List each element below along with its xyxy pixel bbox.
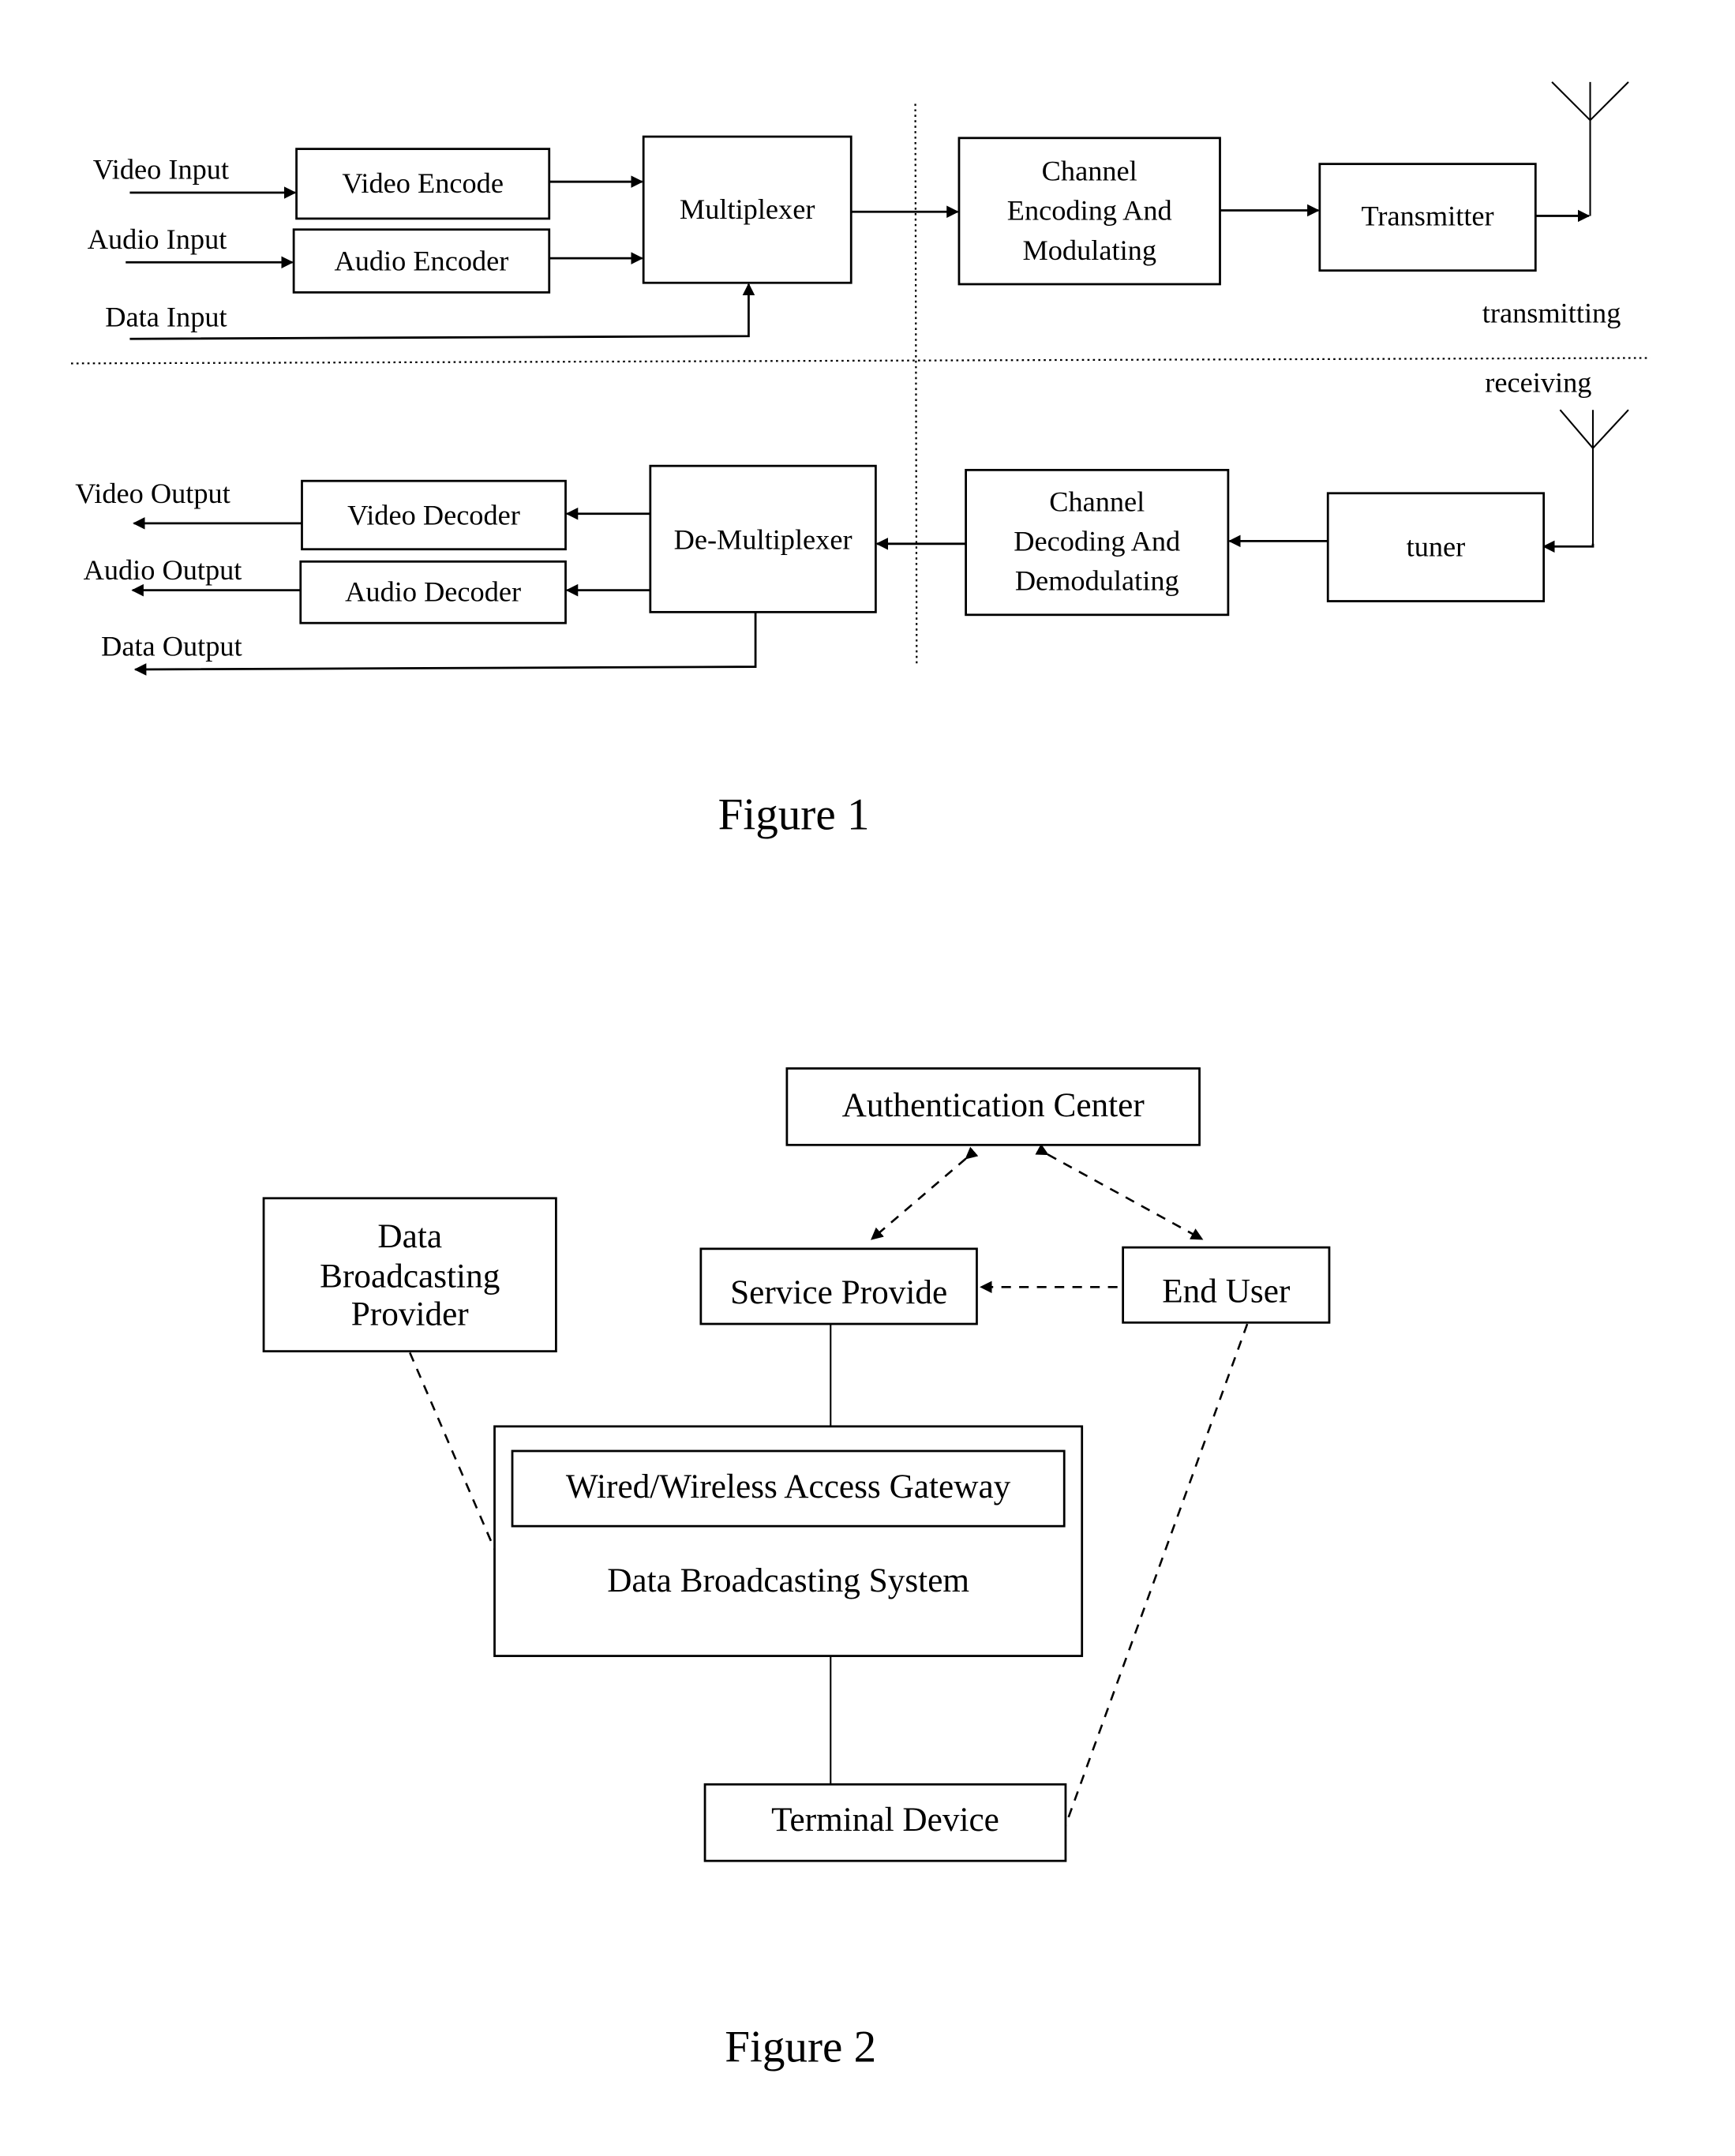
tx-rx-divider: [71, 357, 1651, 365]
figure-2-caption: Figure 2: [725, 2023, 876, 2072]
channel-encoding-line1: Channel: [1042, 155, 1137, 186]
figure-1-caption: Figure 1: [718, 790, 870, 840]
gateway-label: Wired/Wireless Access Gateway: [566, 1468, 1011, 1505]
transmitter-label: Transmitter: [1361, 201, 1493, 232]
service-provide-label: Service Provide: [730, 1273, 947, 1311]
dbp-line3: Provider: [351, 1295, 470, 1333]
dbp-line2: Broadcasting: [320, 1257, 500, 1295]
data-broadcasting-system-label: Data Broadcasting System: [607, 1562, 969, 1599]
figure-1: Video Input Audio Input Data Input Video…: [71, 81, 1651, 840]
baseband-rf-divider: [914, 103, 918, 667]
channel-decoding-line2: Decoding And: [1014, 525, 1180, 557]
authentication-center-block: Authentication Center: [785, 1067, 1201, 1146]
audio-output-label: Audio Output: [84, 554, 242, 586]
demultiplexer-label: De-Multiplexer: [674, 524, 853, 556]
terminal-device-label: Terminal Device: [771, 1801, 999, 1839]
antenna-to-tuner-arrow: [1542, 540, 1594, 553]
patent-figures: Video Input Audio Input Data Input Video…: [71, 81, 1651, 2072]
receiving-label: receiving: [1485, 367, 1591, 399]
video-encode-label: Video Encode: [342, 167, 504, 199]
authentication-center-label: Authentication Center: [842, 1086, 1145, 1124]
transmit-antenna-icon: [1551, 81, 1629, 216]
video-input-label: Video Input: [93, 154, 229, 186]
audio-decoder-label: Audio Decoder: [345, 576, 521, 607]
channel-encoding-line2: Encoding And: [1007, 195, 1172, 227]
channel-encoding-block: Channel Encoding And Modulating: [957, 137, 1221, 286]
auth-service-link: [871, 1146, 979, 1240]
demultiplexer-block: De-Multiplexer: [649, 464, 877, 613]
tuner-block: tuner: [1326, 492, 1546, 602]
data-broadcasting-provider-block: Data Broadcasting Provider: [262, 1197, 557, 1353]
auth-enduser-link: [1035, 1143, 1204, 1240]
multiplexer-block: Multiplexer: [642, 135, 853, 284]
channel-decoding-line1: Channel: [1049, 486, 1145, 517]
video-output-label: Video Output: [75, 478, 230, 509]
data-broadcasting-system-block: Wired/Wireless Access Gateway Data Broad…: [493, 1425, 1084, 1657]
enduser-to-terminal-link: [1064, 1323, 1249, 1826]
data-input-label: Data Input: [105, 302, 227, 333]
audio-input-label: Audio Input: [88, 223, 227, 255]
gateway-block: Wired/Wireless Access Gateway: [511, 1449, 1066, 1528]
video-decoder-label: Video Decoder: [347, 500, 520, 531]
channel-decoding-line3: Demodulating: [1015, 565, 1179, 597]
audio-decoder-block: Audio Decoder: [299, 560, 567, 624]
video-decoder-block: Video Decoder: [301, 479, 567, 551]
multiplexer-label: Multiplexer: [680, 193, 815, 225]
provider-to-system-link: [409, 1352, 496, 1550]
terminal-device-block: Terminal Device: [703, 1783, 1067, 1862]
service-provide-block: Service Provide: [699, 1247, 978, 1325]
data-output-label: Data Output: [101, 631, 242, 662]
video-encode-block: Video Encode: [295, 148, 551, 220]
transmitting-label: transmitting: [1482, 297, 1621, 328]
receive-antenna-icon: [1559, 409, 1629, 547]
transmitter-block: Transmitter: [1318, 163, 1537, 272]
tuner-label: tuner: [1407, 531, 1466, 562]
audio-encoder-block: Audio Encoder: [292, 228, 551, 294]
channel-encoding-line3: Modulating: [1022, 234, 1156, 266]
figure-2: Authentication Center Data Broadcasting …: [262, 1067, 1331, 2072]
channel-decoding-block: Channel Decoding And Demodulating: [965, 468, 1230, 617]
audio-encoder-label: Audio Encoder: [334, 246, 508, 277]
end-user-block: End User: [1122, 1246, 1331, 1324]
end-user-label: End User: [1162, 1272, 1291, 1310]
dbp-line1: Data: [377, 1217, 442, 1255]
